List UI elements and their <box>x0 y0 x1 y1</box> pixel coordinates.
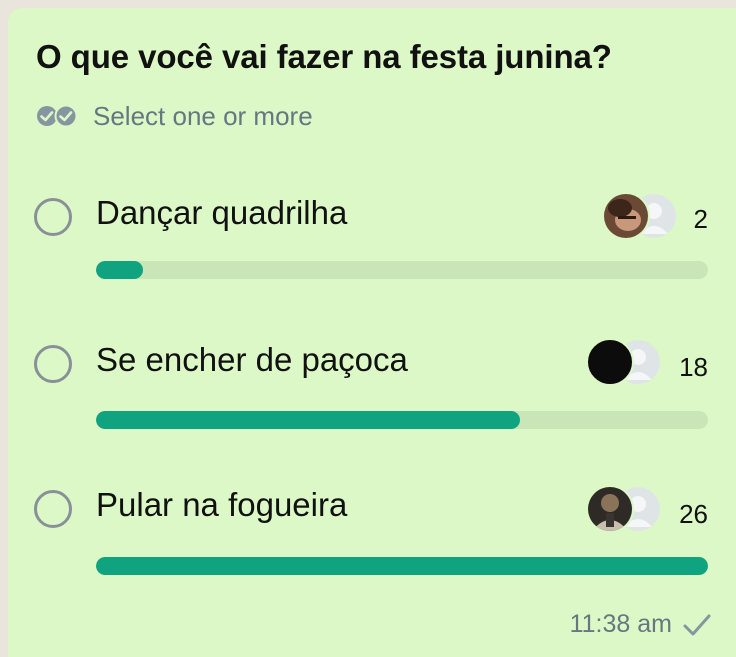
option-label-2: Se encher de paçoca <box>96 341 408 378</box>
option-label-1: Dançar quadrilha <box>96 194 348 231</box>
single-check-icon <box>683 614 711 635</box>
voters-avatars-1[interactable] <box>602 192 682 240</box>
option-radio-1[interactable] <box>34 198 72 236</box>
option-label-3: Pular na fogueira <box>96 486 348 523</box>
voters-avatars-2[interactable] <box>586 338 666 386</box>
voter-avatar-1 <box>602 192 650 240</box>
vote-bar-fill-2 <box>96 411 520 429</box>
vote-bar-fill-3 <box>96 557 708 575</box>
vote-bar-1 <box>96 261 708 279</box>
option-radio-3[interactable] <box>34 490 72 528</box>
select-hint-text: Select one or more <box>93 100 313 131</box>
voters-avatars-3[interactable] <box>586 485 666 533</box>
poll-option-3[interactable]: Pular na fogueira 26 <box>8 479 736 575</box>
poll-question: O que você vai fazer na festa junina? <box>36 38 612 75</box>
vote-bar-2 <box>96 411 708 429</box>
poll-option-1[interactable]: Dançar quadrilha 2 <box>8 188 736 279</box>
voter-avatar-2 <box>586 338 634 386</box>
vote-count-3: 26 <box>679 499 708 529</box>
message-time: 11:38 am <box>569 610 672 638</box>
select-hint-row: Select one or more <box>36 101 313 131</box>
voter-avatar-3 <box>586 485 634 533</box>
vote-bar-3 <box>96 557 708 575</box>
poll-option-2[interactable]: Se encher de paçoca 18 <box>8 334 736 429</box>
vote-bar-fill-1 <box>96 261 144 279</box>
double-check-circles-icon <box>37 105 78 127</box>
vote-count-1: 2 <box>693 204 708 234</box>
option-radio-2[interactable] <box>34 345 72 383</box>
message-footer: 11:38 am <box>570 610 712 639</box>
vote-count-2: 18 <box>679 352 708 382</box>
poll-message-bubble: O que você vai fazer na festa junina? Se… <box>8 8 736 657</box>
